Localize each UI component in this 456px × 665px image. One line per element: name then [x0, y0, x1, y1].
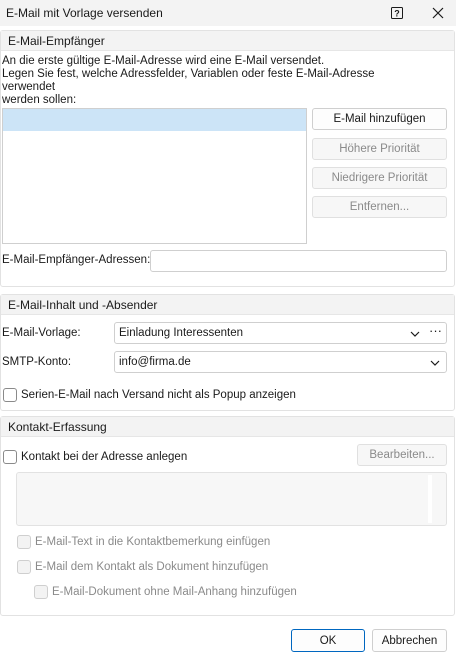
add-document-checkbox[interactable]: [17, 560, 31, 574]
cancel-button[interactable]: Abbrechen: [372, 629, 447, 652]
remove-button[interactable]: Entfernen...: [312, 196, 447, 218]
contact-section-title: Kontakt-Erfassung: [8, 420, 107, 434]
insert-text-checkbox[interactable]: [17, 535, 31, 549]
window-title: E-Mail mit Vorlage versenden: [6, 6, 163, 20]
title-bar: E-Mail mit Vorlage versenden ?: [0, 0, 456, 26]
template-label: E-Mail-Vorlage:: [2, 327, 81, 339]
doc-without-attachment-label: E-Mail-Dokument ohne Mail-Anhang hinzufü…: [52, 586, 297, 598]
addresses-label: E-Mail-Empfänger-Adressen:: [2, 254, 151, 266]
serial-email-checkbox[interactable]: [3, 388, 17, 402]
contact-note-area: [16, 472, 447, 526]
recipients-section-title: E-Mail-Empfänger: [8, 34, 105, 48]
add-document-label: E-Mail dem Kontakt als Dokument hinzufüg…: [35, 561, 269, 573]
close-icon[interactable]: [429, 4, 447, 22]
description-line: An die erste gültige E-Mail-Adresse wird…: [2, 55, 325, 67]
more-options-icon[interactable]: ···: [429, 324, 442, 337]
lower-priority-button[interactable]: Niedrigere Priorität: [312, 167, 447, 189]
help-icon[interactable]: ?: [389, 5, 405, 21]
create-contact-checkbox[interactable]: [3, 450, 17, 464]
chevron-down-icon[interactable]: [429, 357, 441, 369]
smtp-label: SMTP-Konto:: [2, 356, 72, 368]
create-contact-label: Kontakt bei der Adresse anlegen: [21, 451, 188, 463]
help-glyph: ?: [394, 9, 400, 19]
insert-text-label: E-Mail-Text in die Kontaktbemerkung einf…: [35, 536, 271, 548]
description-line: Legen Sie fest, welche Adressfelder, Var…: [2, 68, 375, 93]
list-item-selected[interactable]: [3, 109, 306, 131]
recipients-list[interactable]: [2, 108, 307, 244]
add-email-button[interactable]: E-Mail hinzufügen: [312, 108, 447, 130]
recipients-description: An die erste gültige E-Mail-Adresse wird…: [2, 55, 422, 107]
contact-section-header: Kontakt-Erfassung: [1, 417, 454, 437]
ok-button[interactable]: OK: [291, 629, 365, 652]
addresses-input[interactable]: [150, 250, 447, 272]
content-section-title: E-Mail-Inhalt und -Absender: [8, 298, 158, 312]
smtp-combo[interactable]: info@firma.de: [114, 351, 447, 373]
edit-button[interactable]: Bearbeiten...: [357, 444, 447, 466]
content-section-header: E-Mail-Inhalt und -Absender: [1, 295, 454, 315]
smtp-value: info@firma.de: [119, 356, 191, 368]
template-combo[interactable]: Einladung Interessenten ···: [114, 322, 447, 344]
doc-without-attachment-checkbox[interactable]: [34, 585, 48, 599]
recipients-section-header: E-Mail-Empfänger: [1, 31, 454, 51]
template-value: Einladung Interessenten: [119, 327, 244, 339]
higher-priority-button[interactable]: Höhere Priorität: [312, 138, 447, 160]
description-line: werden sollen:: [2, 94, 77, 106]
serial-email-label: Serien-E-Mail nach Versand nicht als Pop…: [21, 389, 296, 401]
contact-note-inner: [428, 475, 432, 523]
chevron-down-icon[interactable]: [409, 328, 421, 340]
